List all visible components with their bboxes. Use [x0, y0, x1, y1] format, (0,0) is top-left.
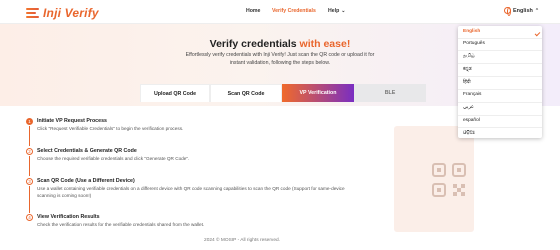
- nav-help[interactable]: Help ⌄: [328, 8, 345, 14]
- step-title: View Verification Results: [37, 214, 100, 220]
- tab-upload-qr-code[interactable]: Upload QR Code: [140, 84, 210, 102]
- divider: [458, 38, 542, 39]
- qr-placeholder-panel: [394, 126, 474, 232]
- step-description: Check the verification results for the v…: [37, 222, 205, 227]
- language-dropdown-menu: English Português தமிழ் ಕನ್ನಡ हिंदी Fran…: [458, 26, 542, 138]
- chevron-up-icon: ⌃: [534, 7, 540, 14]
- page-subtitle: Effortlessly verify credentials with Inj…: [185, 52, 375, 66]
- language-option-kannada[interactable]: ಕನ್ನಡ: [463, 66, 472, 72]
- step-number: 1: [26, 118, 33, 125]
- step-number: 4: [26, 214, 33, 221]
- step-description: Click "Request Verifiable Credentials" t…: [37, 126, 184, 131]
- footer-copyright: 2024 © MOSIP - All rights reserved.: [204, 238, 280, 243]
- divider: [458, 115, 542, 116]
- step-number: 3: [26, 178, 33, 185]
- divider: [458, 63, 542, 64]
- divider: [458, 76, 542, 77]
- logo-mark-icon: [26, 8, 39, 18]
- language-selector-button[interactable]: English ⌃: [504, 7, 540, 16]
- step-description: Choose the required verifiable credentia…: [37, 156, 190, 161]
- language-option-arabic[interactable]: عربي: [463, 105, 474, 110]
- language-option-english[interactable]: English: [463, 29, 541, 37]
- step-connector: [29, 156, 30, 176]
- step-title: Initiate VP Request Process: [37, 118, 107, 124]
- language-option-odia[interactable]: ଓଡ଼ିଆ: [463, 130, 475, 136]
- step-title: Scan QR Code (Use a Different Device): [37, 178, 135, 184]
- tab-scan-qr-code[interactable]: Scan QR Code: [210, 84, 282, 102]
- language-option-french[interactable]: Français: [463, 92, 481, 97]
- step-description: Use a wallet containing verifiable crede…: [37, 186, 345, 198]
- top-navigation-bar: Inji Verify Home Verify Credentials Help…: [0, 0, 560, 24]
- verification-method-tabs: Upload QR Code Scan QR Code VP Verificat…: [140, 84, 426, 102]
- chevron-down-icon: ⌄: [341, 8, 346, 14]
- divider: [458, 102, 542, 103]
- nav-help-label: Help: [328, 8, 340, 14]
- inji-verify-logo[interactable]: Inji Verify: [26, 6, 99, 20]
- nav-verify-credentials[interactable]: Verify Credentials: [272, 8, 316, 14]
- brand-name: Inji Verify: [43, 6, 99, 20]
- nav-home[interactable]: Home: [246, 8, 260, 14]
- check-icon: [534, 30, 541, 37]
- step-connector: [29, 186, 30, 213]
- tab-ble[interactable]: BLE: [354, 84, 426, 102]
- language-option-hindi[interactable]: हिंदी: [463, 79, 471, 85]
- globe-icon: [504, 7, 511, 16]
- step-title: Select Credentials & Generate QR Code: [37, 148, 137, 154]
- qr-code-icon: [432, 163, 466, 197]
- divider: [458, 127, 542, 128]
- divider: [458, 50, 542, 51]
- tab-vp-verification[interactable]: VP Verification: [282, 84, 354, 102]
- language-option-spanish[interactable]: español: [463, 118, 480, 123]
- divider: [458, 89, 542, 90]
- language-option-tamil[interactable]: தமிழ்: [463, 53, 475, 59]
- step-connector: [29, 126, 30, 146]
- language-option-portuguese[interactable]: Português: [463, 41, 485, 46]
- language-button-label: English: [513, 7, 533, 14]
- step-number: 2: [26, 148, 33, 155]
